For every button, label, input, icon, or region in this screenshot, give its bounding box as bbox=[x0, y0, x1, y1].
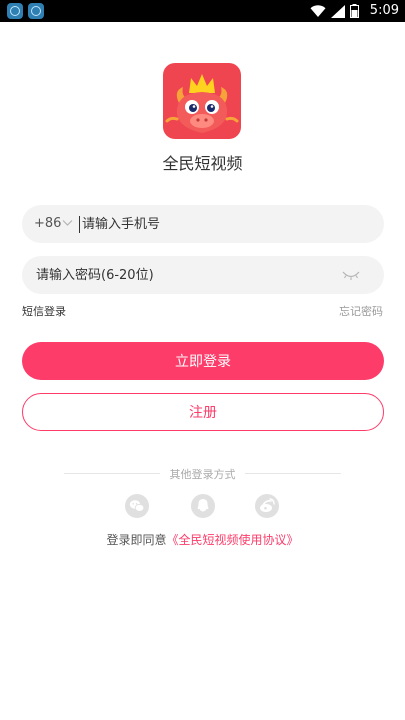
chevron-down-icon[interactable] bbox=[62, 219, 73, 227]
register-button[interactable]: 注册 bbox=[22, 393, 384, 431]
agreement-link[interactable]: 《全民短视频使用协议》 bbox=[167, 533, 299, 547]
text-cursor bbox=[79, 216, 80, 233]
password-field[interactable] bbox=[22, 256, 384, 294]
country-code[interactable]: +86 bbox=[34, 205, 61, 243]
wechat-icon bbox=[129, 500, 145, 512]
other-login-title: 其他登录方式 bbox=[169, 468, 236, 481]
status-bar: 5:09 bbox=[0, 0, 405, 22]
agreement-prefix: 登录即同意 bbox=[106, 533, 167, 547]
password-input[interactable] bbox=[36, 256, 336, 294]
forgot-password-link[interactable]: 忘记密码 bbox=[339, 303, 383, 319]
app-logo bbox=[163, 63, 241, 139]
signal-icon bbox=[331, 4, 345, 18]
battery-icon bbox=[350, 4, 359, 18]
login-button[interactable]: 立即登录 bbox=[22, 342, 384, 380]
agreement-text: 登录即同意《全民短视频使用协议》 bbox=[0, 531, 405, 548]
eye-closed-icon[interactable] bbox=[342, 269, 360, 281]
weibo-login-button[interactable] bbox=[255, 494, 279, 518]
dragon-mascot-icon bbox=[165, 74, 239, 133]
wechat-login-button[interactable] bbox=[125, 494, 149, 518]
phone-field[interactable]: +86 bbox=[22, 205, 384, 243]
app-name: 全民短视频 bbox=[162, 154, 243, 173]
status-time: 5:09 bbox=[369, 3, 399, 18]
qq-icon bbox=[197, 499, 209, 512]
notification-app-icon bbox=[7, 3, 23, 19]
qq-login-button[interactable] bbox=[191, 494, 215, 518]
status-icons bbox=[310, 4, 359, 18]
wifi-icon bbox=[310, 4, 326, 17]
notification-app-icon bbox=[28, 3, 44, 19]
phone-input[interactable] bbox=[82, 205, 372, 243]
sms-login-link[interactable]: 短信登录 bbox=[22, 303, 66, 319]
weibo-icon bbox=[260, 498, 275, 512]
